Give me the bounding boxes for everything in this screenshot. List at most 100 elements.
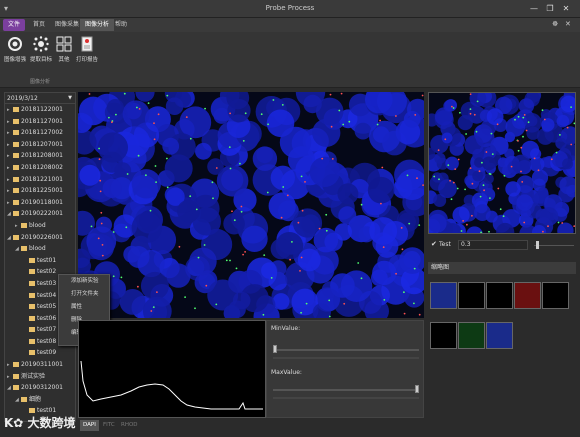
probe-signal [325, 229, 328, 232]
preview-image[interactable] [428, 92, 576, 234]
tree-item[interactable]: ◢ 20190312001 [5, 382, 75, 394]
image-enhance-button[interactable]: 图像增强 [4, 36, 26, 63]
test-value-field[interactable]: 0.3 [458, 240, 528, 250]
probe-signal [305, 302, 308, 305]
minimize-icon[interactable]: — [528, 3, 540, 15]
thumbnail-tile[interactable] [430, 322, 457, 349]
cell-nucleus [165, 97, 184, 115]
cell-nucleus [123, 245, 141, 263]
tree-item[interactable]: ◢ 细胞 [5, 394, 75, 406]
cell-nucleus [162, 137, 180, 155]
tree-item[interactable]: ▸ 20181208001 [5, 150, 75, 162]
channel-tabs: DAPI FITC RHOD [78, 419, 266, 433]
probe-signal [211, 181, 214, 184]
tree-item[interactable]: ▸ 20181221001 [5, 174, 75, 186]
tree-item[interactable]: ▸ 20181127002 [5, 127, 75, 139]
settings-icon[interactable]: ☸ [552, 20, 558, 28]
folder-icon [13, 118, 19, 124]
test-slider-knob[interactable] [536, 241, 539, 249]
probe-signal [225, 259, 228, 262]
tab-file[interactable]: 文件 [3, 19, 26, 31]
thumbnail-tile[interactable] [514, 282, 541, 309]
tree-item[interactable]: ◢ 20190226001 [5, 232, 75, 244]
tree-item[interactable]: ▸ 测试实验 [5, 371, 75, 383]
ribbon-group-label: 图像分析 [30, 79, 51, 85]
restore-icon[interactable]: ❐ [544, 3, 556, 15]
probe-signal [272, 99, 275, 101]
thumbnail-tile[interactable] [486, 322, 513, 349]
print-report-button[interactable]: 打印报告 [76, 36, 98, 63]
tree-item-label: test04 [37, 291, 57, 299]
tree-item[interactable]: ▸ blood [5, 220, 75, 232]
thumbnail-tile[interactable] [458, 282, 485, 309]
min-value-track[interactable] [273, 349, 419, 351]
probe-signal [543, 118, 546, 121]
probe-signal [300, 175, 303, 178]
tab-image-analysis[interactable]: 图像分析 [80, 19, 115, 31]
tree-item[interactable]: ▸ 20181122001 [5, 104, 75, 116]
probe-signal [575, 107, 576, 109]
min-value-slider[interactable] [273, 345, 277, 353]
tree-item-label: test09 [37, 349, 57, 357]
test-slider-track[interactable] [534, 245, 574, 246]
tab-help[interactable]: 帮助 [110, 19, 132, 31]
ctx-open-folder[interactable]: 打开文件夹 [59, 288, 109, 301]
probe-signal [340, 92, 343, 95]
tree-item[interactable]: ▸ 20190118001 [5, 197, 75, 209]
image-enhance-label: 图像增强 [4, 57, 27, 63]
probe-signal [555, 151, 558, 154]
tab-image-capture[interactable]: 图像采集 [50, 19, 84, 31]
thumbnails-header: 缩略图 [428, 262, 576, 274]
ribbon: 图像增强 提取目标 其他 打印报告 图像分析 [0, 32, 580, 88]
tree-item[interactable]: ▸ 20190311001 [5, 359, 75, 371]
probe-signal [465, 133, 467, 135]
max-value-track[interactable] [273, 389, 419, 391]
extract-target-button[interactable]: 提取目标 [30, 36, 52, 63]
probe-signal [233, 219, 236, 222]
tree-item-label: 20181208002 [21, 163, 63, 171]
probe-signal [469, 112, 472, 115]
probe-signal [125, 226, 128, 229]
close-icon[interactable]: ✕ [560, 3, 572, 15]
probe-signal [481, 161, 483, 164]
folder-icon [13, 176, 19, 182]
channel-tab-fitc[interactable]: FITC [100, 420, 118, 431]
folder-icon [29, 257, 35, 263]
thumbnail-tile[interactable] [486, 282, 513, 309]
probe-signal [464, 188, 466, 191]
probe-signal [522, 135, 524, 138]
test-checkbox[interactable]: ✔ [431, 240, 437, 248]
tree-item[interactable]: ▸ 20181207001 [5, 139, 75, 151]
probe-signal [325, 213, 328, 216]
probe-signal [242, 140, 245, 142]
channel-tab-rhod[interactable]: RHOD [118, 420, 141, 431]
cell-nucleus [557, 222, 574, 233]
tree-item[interactable]: ▸ 20181127001 [5, 116, 75, 128]
tree-item[interactable]: ▸ 20181225001 [5, 185, 75, 197]
probe-signal [97, 237, 100, 240]
cell-nucleus [369, 217, 398, 245]
max-value-slider[interactable] [415, 385, 419, 393]
tree-item[interactable]: test01 [5, 255, 75, 267]
date-select[interactable]: 2019/3/12 ▼ [5, 93, 75, 104]
other-button[interactable]: 其他 [53, 36, 75, 63]
thumbnail-tile[interactable] [458, 322, 485, 349]
channel-tab-dapi[interactable]: DAPI [80, 420, 99, 431]
ctx-add-experiment[interactable]: 添加新实验 [59, 275, 109, 288]
probe-signal [231, 210, 233, 213]
tree-item[interactable]: ▸ 20181208002 [5, 162, 75, 174]
main-image-view[interactable] [78, 92, 424, 318]
tree-item[interactable]: test09 [5, 347, 75, 359]
thumbnail-tile[interactable] [430, 282, 457, 309]
probe-signal [496, 123, 499, 126]
tree-item-label: 20181225001 [21, 187, 63, 195]
tab-home[interactable]: 首页 [28, 19, 50, 31]
thumbnail-tile[interactable] [542, 282, 569, 309]
tree-item[interactable]: ◢ 20190222001 [5, 208, 75, 220]
panel-close-icon[interactable]: ✕ [565, 20, 571, 28]
tree-item[interactable]: ◢ blood [5, 243, 75, 255]
folder-icon [29, 292, 35, 298]
cell-nucleus [131, 169, 161, 199]
cell-nucleus [297, 248, 321, 272]
ctx-properties[interactable]: 属性 [59, 301, 109, 314]
